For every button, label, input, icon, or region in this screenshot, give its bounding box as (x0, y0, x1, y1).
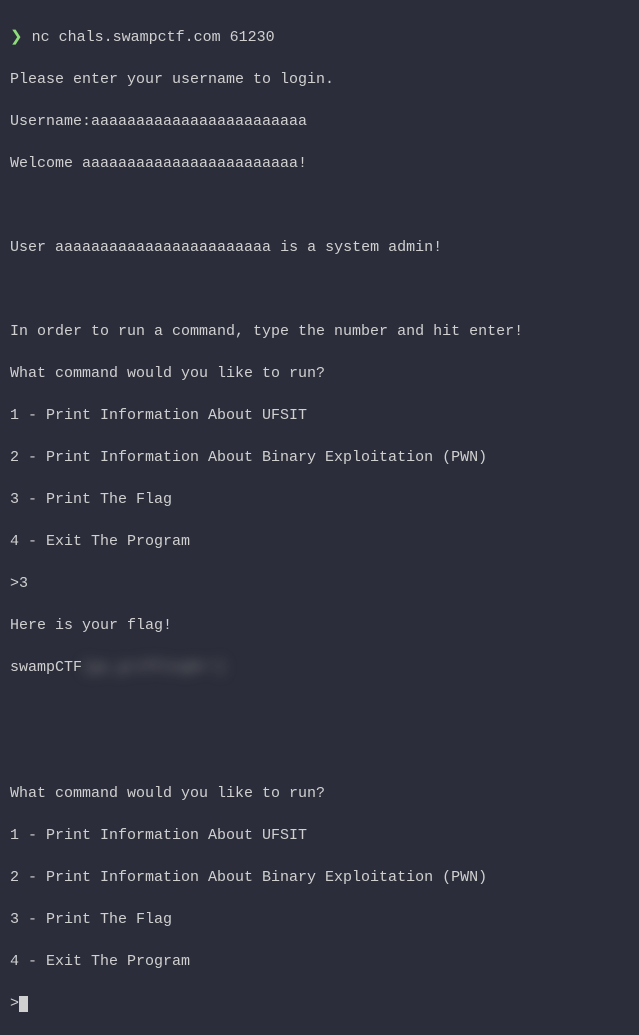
user-choice: 3 (19, 575, 28, 592)
input-line[interactable]: > (10, 993, 629, 1014)
menu-option: 2 - Print Information About Binary Explo… (10, 447, 629, 468)
menu-option: 2 - Print Information About Binary Explo… (10, 867, 629, 888)
menu-option: 3 - Print The Flag (10, 909, 629, 930)
menu-option: 1 - Print Information About UFSIT (10, 405, 629, 426)
welcome-prefix: Welcome (10, 155, 82, 172)
blank-line (10, 195, 629, 216)
instruction-line: In order to run a command, type the numb… (10, 321, 629, 342)
admin-prefix: User (10, 239, 55, 256)
command-text: nc chals.swampctf.com 61230 (32, 29, 275, 46)
cursor (19, 996, 28, 1012)
menu-option: 3 - Print The Flag (10, 489, 629, 510)
menu-prompt-line: What command would you like to run? (10, 363, 629, 384)
flag-blurred: {go_gr1fF1ng0r!} (82, 657, 226, 678)
input-marker: > (10, 995, 19, 1012)
terminal-output: ❯ nc chals.swampctf.com 61230 Please ent… (10, 6, 629, 1035)
menu-prompt-line: What command would you like to run? (10, 783, 629, 804)
welcome-user: aaaaaaaaaaaaaaaaaaaaaaaa! (82, 155, 307, 172)
admin-user: aaaaaaaaaaaaaaaaaaaaaaaa (55, 239, 271, 256)
menu-option: 1 - Print Information About UFSIT (10, 825, 629, 846)
blank-line (10, 279, 629, 300)
prompt-symbol: ❯ (10, 29, 23, 46)
blank-line (10, 699, 629, 720)
menu-option: 4 - Exit The Program (10, 531, 629, 552)
username-value: aaaaaaaaaaaaaaaaaaaaaaaa (91, 113, 307, 130)
welcome-line: Welcome aaaaaaaaaaaaaaaaaaaaaaaa! (10, 153, 629, 174)
blank-line (10, 741, 629, 762)
flag-header-line: Here is your flag! (10, 615, 629, 636)
flag-prefix: swampCTF (10, 659, 82, 676)
login-prompt-line: Please enter your username to login. (10, 69, 629, 90)
command-line: ❯ nc chals.swampctf.com 61230 (10, 27, 629, 48)
flag-line: swampCTF{go_gr1fF1ng0r!} (10, 657, 629, 678)
input-marker: > (10, 575, 19, 592)
username-line: Username:aaaaaaaaaaaaaaaaaaaaaaaa (10, 111, 629, 132)
input-line[interactable]: >3 (10, 573, 629, 594)
username-label: Username: (10, 113, 91, 130)
menu-option: 4 - Exit The Program (10, 951, 629, 972)
admin-suffix: is a system admin! (271, 239, 442, 256)
admin-line: User aaaaaaaaaaaaaaaaaaaaaaaa is a syste… (10, 237, 629, 258)
